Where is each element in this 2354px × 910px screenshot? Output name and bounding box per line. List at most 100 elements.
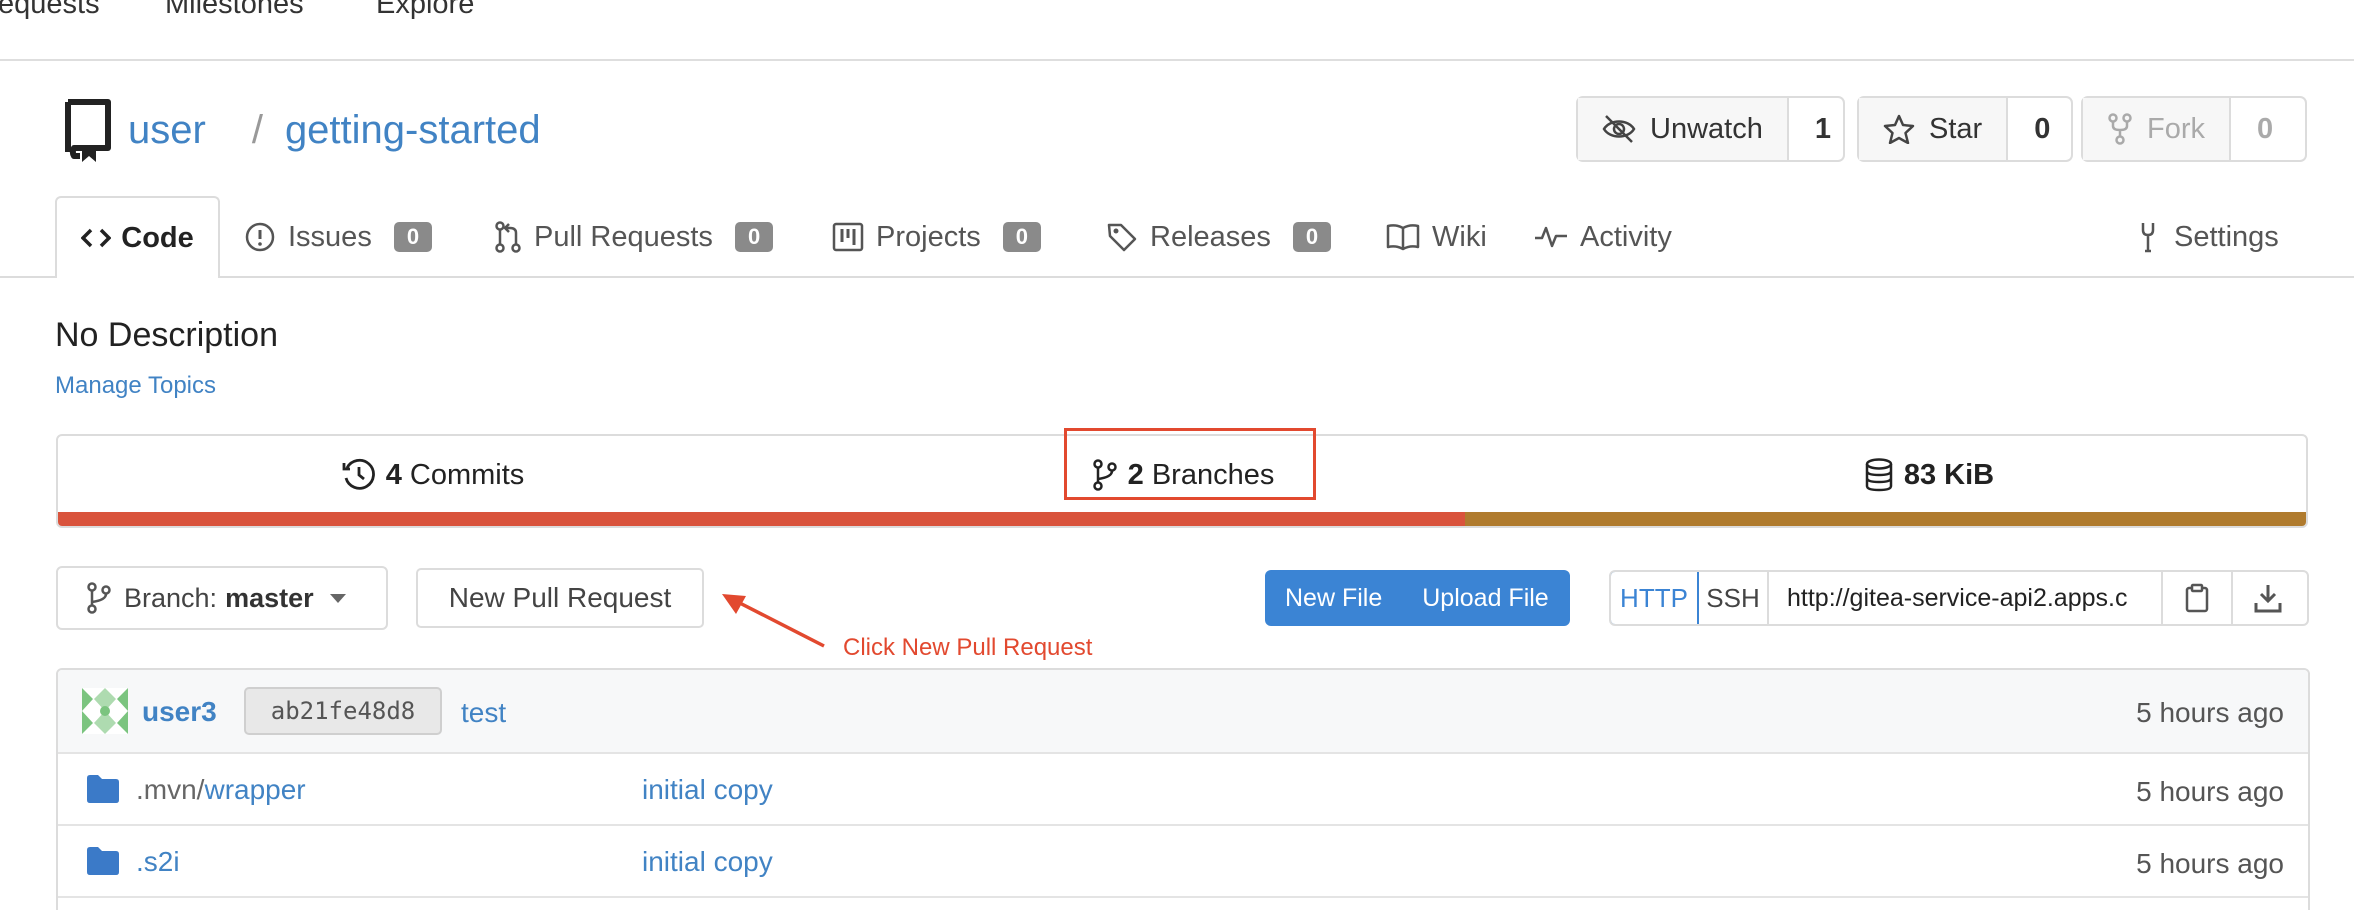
tab-code-label: Code xyxy=(121,221,194,254)
tab-projects-label: Projects xyxy=(876,220,981,253)
repo-name-link[interactable]: getting-started xyxy=(285,108,541,153)
commit-author-link[interactable]: user3 xyxy=(142,696,217,728)
clone-url-group: HTTP SSH http://gitea-service-api2.apps.… xyxy=(1609,570,2309,626)
http-clone-toggle[interactable]: HTTP xyxy=(1611,572,1699,624)
tab-releases[interactable]: Releases 0 xyxy=(1106,206,1332,268)
branches-highlight-annotation xyxy=(1064,428,1316,500)
fork-button-group: Fork 0 xyxy=(2081,96,2307,162)
file-action-buttons: New File Upload File xyxy=(1265,570,1570,626)
tab-releases-label: Releases xyxy=(1150,220,1271,253)
nav-pull-requests[interactable]: equests xyxy=(0,0,100,21)
tab-settings[interactable]: Settings xyxy=(2134,206,2279,268)
file-commit-time: 5 hours ago xyxy=(2136,776,2284,807)
star-icon xyxy=(1883,114,1915,144)
fork-icon xyxy=(2108,113,2132,145)
tag-icon xyxy=(1107,223,1137,252)
arrow-annotation-icon xyxy=(722,594,825,648)
file-table: user3 ab21fe48d8 test 5 hours ago .mvn/w… xyxy=(56,668,2310,910)
file-name[interactable]: .s2i xyxy=(136,846,180,878)
file-path-prefix: .mvn/ xyxy=(136,774,205,805)
history-icon xyxy=(342,458,375,490)
branch-selector[interactable]: Branch: master xyxy=(56,566,388,630)
branch-prefix: Branch: xyxy=(124,582,218,613)
file-name-link[interactable]: wrapper xyxy=(204,774,305,805)
watchers-count[interactable]: 1 xyxy=(1789,98,1857,160)
branch-name: master xyxy=(225,582,314,613)
fork-button[interactable]: Fork xyxy=(2083,98,2231,160)
releases-count-badge: 0 xyxy=(1292,222,1332,252)
star-label: Star xyxy=(1929,112,1983,145)
pull-requests-count-badge: 0 xyxy=(734,222,774,252)
tab-activity[interactable]: Activity xyxy=(1534,206,1672,268)
tab-wiki[interactable]: Wiki xyxy=(1386,206,1487,268)
clipboard-icon xyxy=(2185,583,2209,613)
tools-icon xyxy=(2141,223,2155,253)
size-stat: 83 KiB xyxy=(1558,436,2306,514)
file-row: .s2i initial copy 5 hours ago xyxy=(58,826,2308,898)
file-commit-time: 5 hours ago xyxy=(2136,848,2284,879)
branch-icon xyxy=(87,582,111,614)
tab-wiki-label: Wiki xyxy=(1432,220,1487,253)
commit-message-link[interactable]: test xyxy=(461,697,506,729)
commits-stat[interactable]: 4 Commits xyxy=(58,436,808,514)
issues-count-badge: 0 xyxy=(393,222,433,252)
download-icon xyxy=(2254,585,2282,613)
star-button-group: Star 0 xyxy=(1857,96,2073,162)
folder-icon xyxy=(87,847,119,875)
user-avatar[interactable] xyxy=(82,688,128,734)
forks-count[interactable]: 0 xyxy=(2231,98,2299,160)
code-icon xyxy=(81,228,112,248)
nav-explore[interactable]: Explore xyxy=(376,0,474,21)
file-commit-message[interactable]: initial copy xyxy=(642,774,773,806)
language-bar-segment[interactable] xyxy=(1465,512,2306,526)
file-row: .mvn/wrapper initial copy 5 hours ago xyxy=(58,754,2308,826)
tab-projects[interactable]: Projects 0 xyxy=(832,206,1042,268)
clone-url-input[interactable]: http://gitea-service-api2.apps.c xyxy=(1769,572,2163,624)
tab-issues[interactable]: Issues 0 xyxy=(244,206,433,268)
projects-count-badge: 0 xyxy=(1002,222,1042,252)
new-pull-request-button[interactable]: New Pull Request xyxy=(416,568,704,628)
unwatch-label: Unwatch xyxy=(1650,112,1763,145)
chevron-down-icon xyxy=(329,593,346,603)
database-icon xyxy=(1865,458,1893,492)
file-name-link[interactable]: .s2i xyxy=(136,846,180,877)
pull-request-icon xyxy=(495,221,521,253)
watch-button-group: Unwatch 1 xyxy=(1576,96,1845,162)
copy-url-button[interactable] xyxy=(2163,572,2233,624)
instruction-annotation: Click New Pull Request xyxy=(843,634,1093,661)
repo-description: No Description xyxy=(55,316,278,354)
pulse-icon xyxy=(1535,226,1567,248)
repo-separator: / xyxy=(251,107,263,152)
tab-activity-label: Activity xyxy=(1580,220,1672,253)
ssh-clone-toggle[interactable]: SSH xyxy=(1699,572,1769,624)
new-file-button[interactable]: New File xyxy=(1265,584,1402,613)
commits-count: 4 xyxy=(385,458,402,491)
top-navbar: equests Milestones Explore xyxy=(0,0,2354,61)
commits-label: Commits xyxy=(409,458,525,491)
folder-icon xyxy=(87,775,119,803)
latest-commit-row: user3 ab21fe48d8 test 5 hours ago xyxy=(58,670,2308,754)
tab-pull-requests[interactable]: Pull Requests 0 xyxy=(494,206,774,268)
nav-milestones[interactable]: Milestones xyxy=(165,0,304,21)
language-bar-segment[interactable] xyxy=(58,512,1465,526)
repo-title: user / getting-started xyxy=(128,95,541,165)
book-icon xyxy=(1386,224,1420,251)
issue-icon xyxy=(245,222,275,252)
tab-code[interactable]: Code xyxy=(55,196,220,278)
eye-slash-icon xyxy=(1602,115,1636,143)
upload-file-button[interactable]: Upload File xyxy=(1402,584,1568,613)
tab-settings-label: Settings xyxy=(2174,220,2279,253)
stars-count[interactable]: 0 xyxy=(2008,98,2076,160)
commit-time: 5 hours ago xyxy=(2136,697,2284,728)
manage-topics-link[interactable]: Manage Topics xyxy=(55,372,216,400)
tab-bar-border xyxy=(0,276,2354,278)
download-button[interactable] xyxy=(2233,572,2303,624)
tab-pull-requests-label: Pull Requests xyxy=(534,220,713,253)
repo-icon xyxy=(65,99,111,162)
file-name[interactable]: .mvn/wrapper xyxy=(136,774,306,806)
commit-sha-button[interactable]: ab21fe48d8 xyxy=(244,687,442,735)
repo-owner-link[interactable]: user xyxy=(128,108,206,153)
star-button[interactable]: Star xyxy=(1859,98,2009,160)
unwatch-button[interactable]: Unwatch xyxy=(1578,98,1789,160)
file-commit-message[interactable]: initial copy xyxy=(642,846,773,878)
